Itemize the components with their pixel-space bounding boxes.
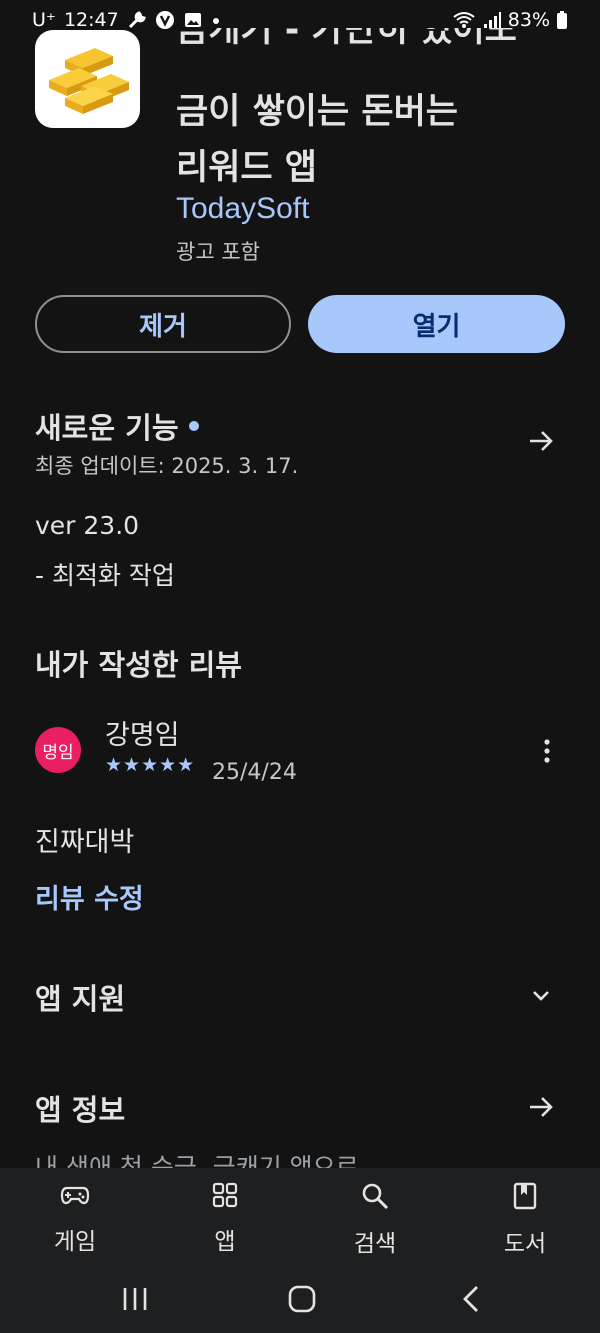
nav-search[interactable]: 검색 bbox=[325, 1182, 425, 1258]
app-info-heading[interactable]: 앱 정보 bbox=[35, 1087, 125, 1129]
apps-grid-icon bbox=[212, 1182, 238, 1208]
carrier-label: U⁺ bbox=[32, 9, 56, 31]
arrow-right-icon[interactable] bbox=[527, 1093, 555, 1121]
app-title: 금캐기 - 가만히 있어도 금이 쌓이는 돈버는 리워드 앱 bbox=[176, 28, 576, 196]
version-text: ver 23.0 bbox=[35, 511, 140, 540]
recent-apps-icon[interactable] bbox=[120, 1284, 150, 1314]
app-title-line-1: 금캐기 - 가만히 있어도 bbox=[176, 28, 517, 50]
book-icon bbox=[513, 1182, 537, 1210]
gamepad-icon bbox=[60, 1186, 90, 1205]
star-rating: ★★★★★ bbox=[105, 754, 196, 776]
battery-icon bbox=[557, 11, 567, 29]
signal-icon bbox=[483, 12, 501, 28]
nav-games-label: 게임 bbox=[53, 1229, 97, 1255]
contains-ads-label: 광고 포함 bbox=[176, 240, 260, 264]
whats-new-title: 새로운 기능 bbox=[35, 411, 179, 445]
release-notes: - 최적화 작업 bbox=[35, 561, 175, 590]
reviewer-name: 강명임 bbox=[105, 720, 180, 751]
edit-review-link[interactable]: 리뷰 수정 bbox=[35, 877, 144, 916]
more-vert-icon[interactable] bbox=[538, 738, 556, 766]
wifi-icon bbox=[453, 12, 475, 28]
app-title-line-2: 금이 쌓이는 돈버는 bbox=[176, 92, 458, 132]
new-indicator-dot bbox=[188, 421, 199, 431]
system-navigation-bar bbox=[0, 1270, 600, 1333]
open-button[interactable]: 열기 bbox=[308, 295, 565, 353]
developer-link[interactable]: TodaySoft bbox=[176, 192, 309, 226]
my-review-heading: 내가 작성한 리뷰 bbox=[35, 648, 242, 682]
app-icon bbox=[35, 30, 140, 128]
nav-games[interactable]: 게임 bbox=[25, 1182, 125, 1256]
search-icon bbox=[362, 1183, 389, 1210]
nav-apps-label: 앱 bbox=[214, 1229, 236, 1255]
wrench-icon bbox=[128, 11, 146, 29]
app-title-line-3: 리워드 앱 bbox=[176, 148, 317, 188]
uninstall-button[interactable]: 제거 bbox=[35, 295, 291, 353]
bottom-navigation: 게임 앱 검색 도서 bbox=[0, 1168, 600, 1270]
last-updated-date: 최종 업데이트: 2025. 3. 17. bbox=[35, 454, 299, 478]
nav-apps[interactable]: 앱 bbox=[175, 1182, 275, 1256]
notification-dot-icon bbox=[212, 18, 219, 24]
gallery-icon bbox=[184, 13, 201, 27]
clock: 12:47 bbox=[63, 9, 119, 31]
review-date: 25/4/24 bbox=[212, 760, 297, 785]
gold-bars-icon bbox=[49, 48, 129, 114]
nav-search-label: 검색 bbox=[353, 1231, 397, 1257]
home-icon[interactable] bbox=[287, 1284, 317, 1314]
back-icon[interactable] bbox=[457, 1284, 487, 1314]
chevron-down-icon[interactable] bbox=[527, 982, 555, 1010]
app-support-heading[interactable]: 앱 지원 bbox=[35, 976, 125, 1018]
arrow-right-icon[interactable] bbox=[527, 427, 555, 455]
whats-new-heading[interactable]: 새로운 기능 bbox=[35, 405, 199, 447]
nav-books[interactable]: 도서 bbox=[475, 1182, 575, 1258]
review-text: 진짜대박 bbox=[35, 827, 135, 858]
avatar: 명임 bbox=[35, 727, 81, 773]
v-badge-icon bbox=[155, 11, 174, 29]
nav-books-label: 도서 bbox=[503, 1231, 547, 1257]
